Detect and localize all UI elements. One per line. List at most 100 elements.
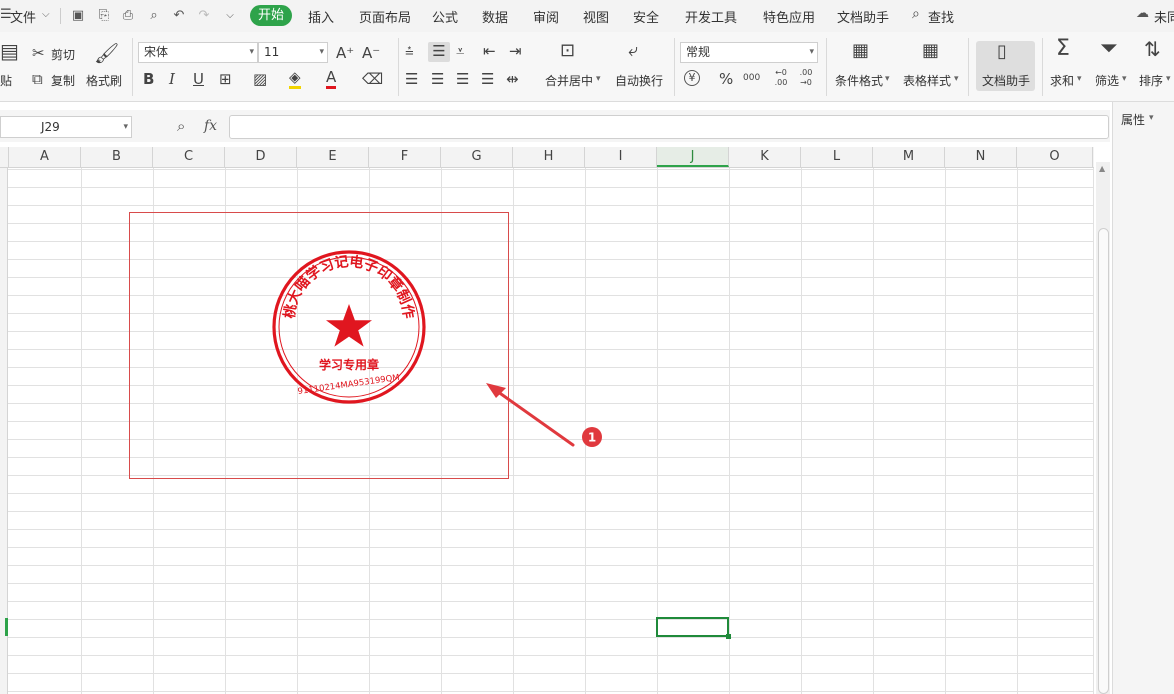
distributed-icon[interactable]: ⇹ (506, 70, 519, 88)
wrap-text-icon[interactable]: ⤶ (628, 42, 638, 60)
shrink-font-icon[interactable]: A⁻ (362, 44, 380, 62)
column-header-e[interactable]: E (297, 147, 369, 167)
align-middle-icon[interactable]: ☰ (428, 42, 450, 62)
column-header-j[interactable]: J (657, 147, 729, 167)
scroll-up-icon[interactable]: ▲ (1099, 164, 1105, 173)
scrollbar-thumb[interactable] (1098, 228, 1109, 694)
column-header-h[interactable]: H (513, 147, 585, 167)
search-icon[interactable]: ⌕ (912, 6, 920, 22)
tab-developer[interactable]: 开发工具 (685, 7, 737, 26)
cut-icon[interactable]: ✂ (32, 44, 45, 62)
sort-button[interactable]: 排序 (1139, 72, 1163, 89)
column-header-n[interactable]: N (945, 147, 1017, 167)
fill-color-icon[interactable]: ◈ (289, 68, 301, 89)
copy-icon[interactable]: ⧉ (32, 70, 43, 88)
formula-input[interactable] (229, 115, 1109, 139)
tab-special-apps[interactable]: 特色应用 (763, 7, 815, 26)
filter-icon[interactable]: ⏷ (1100, 38, 1118, 60)
format-painter-button[interactable]: 格式刷 (86, 72, 122, 89)
paste-icon[interactable]: ▤ (0, 41, 19, 61)
merge-center-icon[interactable]: ⊡ (560, 42, 575, 60)
column-header-g[interactable]: G (441, 147, 513, 167)
tab-home[interactable]: 开始 (250, 5, 292, 26)
print-icon[interactable]: ⎙ (120, 8, 136, 24)
undo-icon[interactable]: ↶ (171, 8, 187, 24)
save-icon[interactable]: ▣ (70, 8, 86, 24)
align-top-icon[interactable]: ⩮ (405, 42, 414, 60)
chevron-down-icon[interactable]: ▾ (1122, 74, 1127, 84)
table-style-button[interactable]: 表格样式 (903, 72, 951, 89)
font-name-select[interactable]: 宋体 ▾ (138, 42, 258, 63)
search-button[interactable]: 查找 (928, 7, 954, 26)
tab-formulas[interactable]: 公式 (432, 7, 458, 26)
conditional-format-button[interactable]: 条件格式 (835, 72, 883, 89)
format-painter-icon[interactable]: 🖌 (94, 43, 119, 63)
chevron-down-icon[interactable]: ▾ (954, 74, 959, 84)
sum-icon[interactable]: Σ (1056, 38, 1070, 60)
insert-function-icon[interactable]: fx (204, 118, 217, 134)
filter-button[interactable]: 筛选 (1095, 72, 1119, 89)
justify-icon[interactable]: ☰ (481, 70, 494, 88)
table-style-icon[interactable]: ▦ (922, 42, 939, 60)
align-left-icon[interactable]: ☰ (405, 70, 418, 88)
font-color-icon[interactable]: A (326, 68, 337, 89)
wrap-text-button[interactable]: 自动换行 (615, 72, 663, 89)
decrease-decimal-icon[interactable]: .00 →0 (795, 68, 817, 88)
increase-decimal-icon[interactable]: ←0 .00 (770, 68, 792, 88)
tab-security[interactable]: 安全 (633, 7, 659, 26)
cloud-sync-status[interactable]: 未同 (1154, 7, 1174, 26)
grow-font-icon[interactable]: A⁺ (336, 44, 354, 62)
fill-pattern-icon[interactable]: ▨ (253, 70, 267, 88)
chevron-down-icon[interactable]: ▾ (1166, 74, 1171, 84)
column-header-a[interactable]: A (9, 147, 81, 167)
column-header-m[interactable]: M (873, 147, 945, 167)
align-bottom-icon[interactable]: ⩡ (456, 42, 464, 60)
seal-stamp-image[interactable]: 桃大喵学习记电子印章制作 学习专用章 91110214MA953199QM (270, 248, 428, 406)
tab-data[interactable]: 数据 (482, 7, 508, 26)
zoom-lookup-icon[interactable]: ⌕ (177, 117, 185, 135)
align-center-icon[interactable]: ☰ (431, 70, 444, 88)
decrease-indent-icon[interactable]: ⇤ (483, 42, 496, 60)
sort-icon[interactable]: ⇅ (1144, 39, 1161, 59)
customize-chevron-icon[interactable]: ⌵ (222, 8, 238, 24)
tab-insert[interactable]: 插入 (308, 7, 334, 26)
tab-view[interactable]: 视图 (583, 7, 609, 26)
font-size-select[interactable]: 11 ▾ (258, 42, 328, 63)
tab-review[interactable]: 审阅 (533, 7, 559, 26)
chevron-down-icon[interactable]: ▾ (1077, 74, 1082, 84)
column-header-k[interactable]: K (729, 147, 801, 167)
underline-icon[interactable]: U (193, 70, 204, 88)
clear-format-icon[interactable]: ⌫ (362, 70, 383, 88)
column-header-d[interactable]: D (225, 147, 297, 167)
file-chevron-down-icon[interactable]: ⌵ (42, 9, 50, 20)
thousands-separator-icon[interactable]: 000 (743, 69, 760, 87)
merge-center-button[interactable]: 合并居中 (545, 72, 593, 89)
column-header-b[interactable]: B (81, 147, 153, 167)
column-header-l[interactable]: L (801, 147, 873, 167)
chevron-down-icon[interactable]: ▾ (1149, 113, 1154, 123)
tab-doc-helper[interactable]: 文档助手 (837, 7, 889, 26)
italic-icon[interactable]: I (169, 70, 175, 88)
properties-panel-title[interactable]: 属性 (1121, 111, 1145, 128)
chevron-down-icon[interactable]: ▾ (885, 74, 890, 84)
column-header-i[interactable]: I (585, 147, 657, 167)
tab-page-layout[interactable]: 页面布局 (359, 7, 411, 26)
conditional-format-icon[interactable]: ▦ (852, 42, 869, 60)
number-format-select[interactable]: 常规 ▾ (680, 42, 818, 63)
column-header-o[interactable]: O (1017, 147, 1093, 167)
currency-icon[interactable]: ¥ (684, 70, 700, 86)
print-preview-icon[interactable]: ⌕ (146, 8, 162, 24)
cloud-sync-icon[interactable]: ☁ (1136, 6, 1149, 21)
border-icon[interactable]: ⊞ (219, 70, 232, 88)
bold-icon[interactable]: B (143, 70, 154, 88)
align-right-icon[interactable]: ☰ (456, 70, 469, 88)
paste-button[interactable]: 贴 (0, 72, 12, 89)
column-header-f[interactable]: F (369, 147, 441, 167)
percent-icon[interactable]: % (719, 70, 733, 88)
menu-file[interactable]: 文件 (10, 7, 36, 26)
export-pdf-icon[interactable]: ⎘ (96, 8, 112, 24)
name-box[interactable]: J29 ▾ (0, 116, 132, 138)
sum-button[interactable]: 求和 (1050, 72, 1074, 89)
chevron-down-icon[interactable]: ▾ (596, 74, 601, 84)
column-header-c[interactable]: C (153, 147, 225, 167)
